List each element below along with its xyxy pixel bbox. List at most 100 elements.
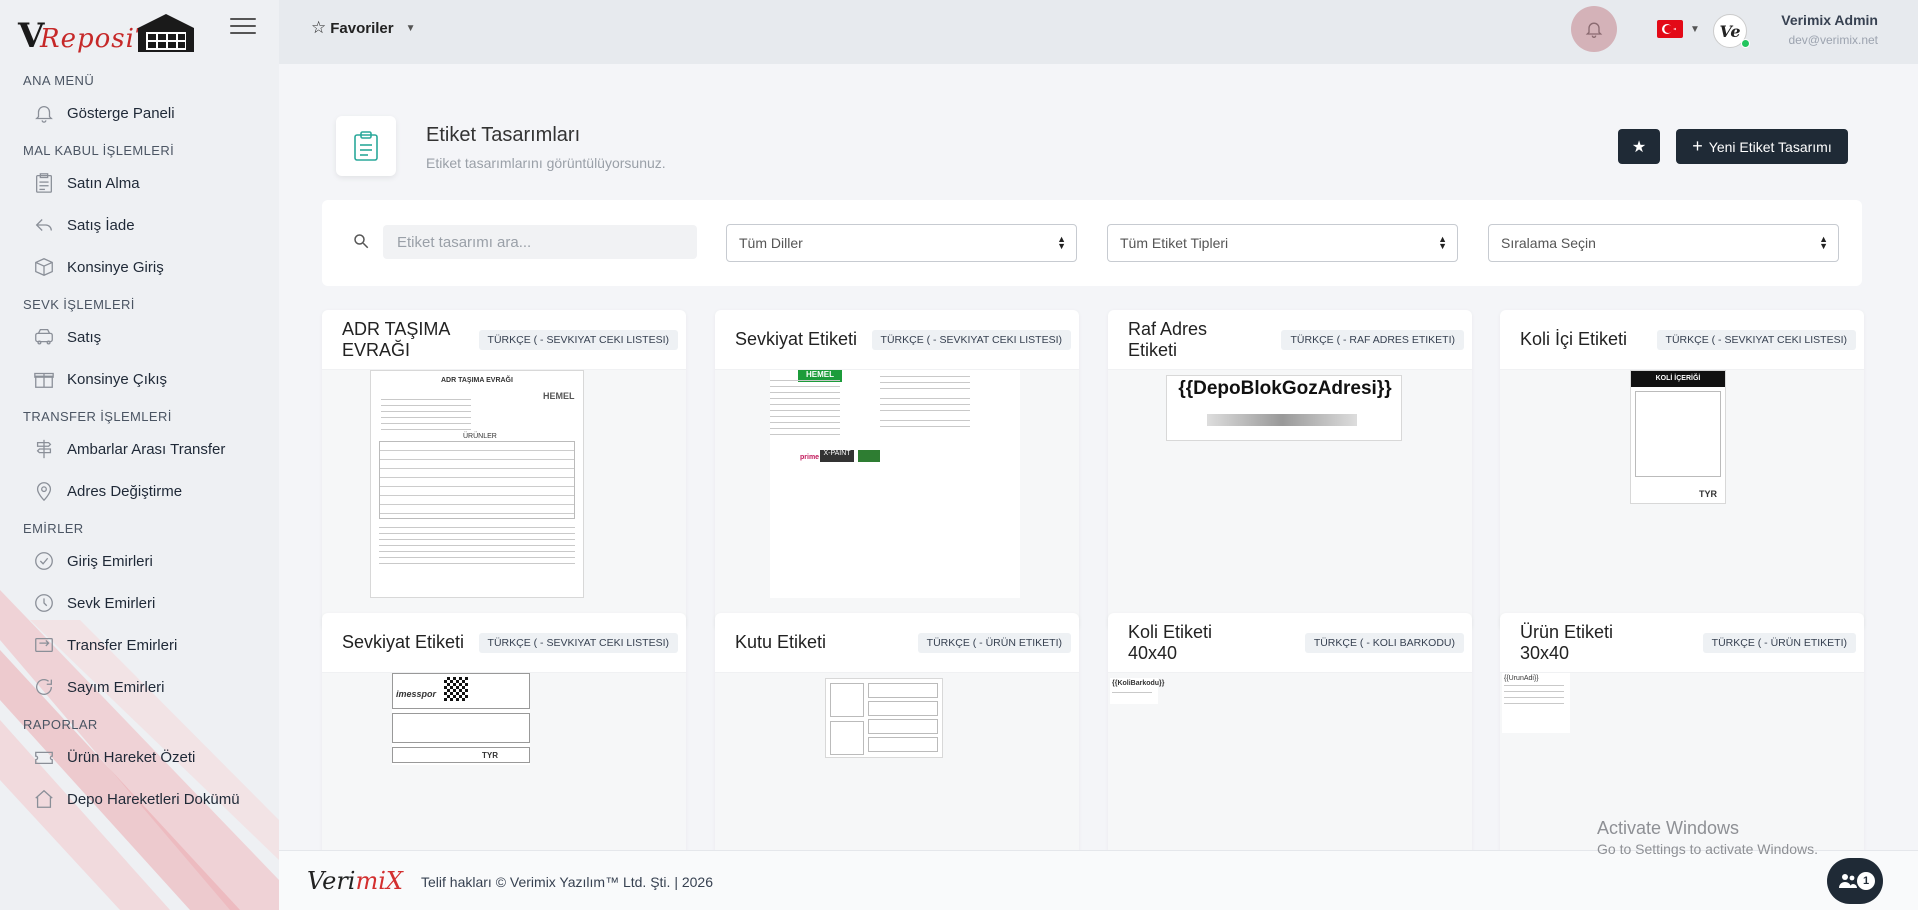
page-icon bbox=[336, 116, 396, 176]
card-title[interactable]: ADR TAŞIMA EVRAĞI bbox=[342, 319, 472, 361]
sidebar-item-label: Adres Değiştirme bbox=[67, 482, 183, 500]
sidebar-item[interactable]: Ürün Hareket Özeti bbox=[0, 736, 279, 778]
sidebar-item[interactable]: Depo Hareketleri Dokümü bbox=[0, 778, 279, 820]
preview-text: {{KoliBarkodu}} bbox=[1112, 680, 1165, 687]
bell-icon bbox=[33, 102, 55, 124]
page-title: Etiket Tasarımları bbox=[426, 124, 581, 146]
preview-text: {{DepoBlokGozAdresi}} bbox=[1178, 378, 1392, 399]
transfer-icon bbox=[33, 634, 55, 656]
online-status-dot bbox=[1741, 39, 1750, 48]
sidebar-item-label: Depo Hareketleri Dokümü bbox=[67, 790, 240, 808]
label-design-card[interactable]: Koli İçi Etiketi TÜRKÇE ( - SEVKIYAT CEK… bbox=[1500, 310, 1864, 630]
activate-windows-watermark: Activate Windows Go to Settings to activ… bbox=[1597, 818, 1818, 857]
brand-logo[interactable]: V ReposiT bbox=[18, 10, 198, 56]
select-arrows-icon: ▲ ▼ bbox=[1057, 234, 1066, 251]
notifications-button[interactable] bbox=[1571, 6, 1617, 52]
sidebar-item-label: Giriş Emirleri bbox=[67, 552, 153, 570]
search-input[interactable] bbox=[383, 225, 697, 259]
clipboard-list-icon bbox=[354, 131, 378, 161]
home-icon bbox=[33, 788, 55, 810]
card-header: Koli Etiketi 40x40 TÜRKÇE ( - KOLI BARKO… bbox=[1108, 613, 1472, 673]
card-preview[interactable]: HEMEL prime X-PAINT bbox=[715, 370, 1079, 630]
new-label-design-button[interactable]: + Yeni Etiket Tasarımı bbox=[1676, 129, 1848, 164]
language-chevron-icon[interactable]: ▼ bbox=[1690, 24, 1700, 35]
box-icon bbox=[33, 256, 55, 278]
check-circle-icon bbox=[33, 550, 55, 572]
favorites-dropdown[interactable]: ☆ Favoriler ▼ bbox=[311, 18, 416, 38]
card-language-badge: TÜRKÇE ( - RAF ADRES ETIKETI) bbox=[1281, 329, 1464, 350]
sidebar-item-label: Ambarlar Arası Transfer bbox=[67, 440, 226, 458]
sidebar-item[interactable]: Sayım Emirleri bbox=[0, 666, 279, 708]
favorite-page-button[interactable]: ★ bbox=[1618, 129, 1660, 164]
language-select[interactable]: Tüm Diller ▲ ▼ bbox=[726, 224, 1077, 262]
online-users-button[interactable]: 1 bbox=[1827, 858, 1883, 904]
sidebar-item[interactable]: Adres Değiştirme bbox=[0, 470, 279, 512]
card-title[interactable]: Kutu Etiketi bbox=[735, 632, 826, 653]
card-header: Koli İçi Etiketi TÜRKÇE ( - SEVKIYAT CEK… bbox=[1500, 310, 1864, 370]
preview-text: HEMEL bbox=[543, 391, 575, 401]
preview-text: X-PAINT bbox=[820, 450, 854, 462]
turkey-flag-icon bbox=[1662, 24, 1676, 34]
sidebar-item[interactable]: Konsinye Giriş bbox=[0, 246, 279, 288]
topbar: ☆ Favoriler ▼ ▼ Ve Verimix Admin dev@ver… bbox=[279, 0, 1918, 64]
star-icon: ★ bbox=[1631, 138, 1647, 156]
sidebar-item-label: Gösterge Paneli bbox=[67, 104, 175, 122]
sidebar-item[interactable]: Konsinye Çıkış bbox=[0, 358, 279, 400]
label-design-card[interactable]: Raf Adres Etiketi TÜRKÇE ( - RAF ADRES E… bbox=[1108, 310, 1472, 630]
plus-icon: + bbox=[1692, 136, 1703, 156]
label-design-card[interactable]: ADR TAŞIMA EVRAĞI TÜRKÇE ( - SEVKIYAT CE… bbox=[322, 310, 686, 630]
card-preview[interactable]: {{DepoBlokGozAdresi}} bbox=[1108, 370, 1472, 630]
search-icon bbox=[354, 234, 369, 249]
map-pin-icon bbox=[33, 480, 55, 502]
label-design-card[interactable]: Sevkiyat Etiketi TÜRKÇE ( - SEVKIYAT CEK… bbox=[715, 310, 1079, 630]
card-preview[interactable]: ADR TAŞIMA EVRAĞI HEMEL ÜRÜNLER bbox=[322, 370, 686, 630]
warehouse-icon bbox=[138, 14, 194, 52]
sidebar-item[interactable]: Satış İade bbox=[0, 204, 279, 246]
card-title[interactable]: Ürün Etiketi 30x40 bbox=[1520, 622, 1650, 664]
footer-logo-accent: miX bbox=[355, 867, 404, 895]
card-preview[interactable]: KOLİ İÇERİĞİ TYR bbox=[1500, 370, 1864, 630]
user-name[interactable]: Verimix Admin bbox=[1781, 12, 1878, 28]
new-label-design-label: Yeni Etiket Tasarımı bbox=[1708, 138, 1832, 155]
preview-text: imesspor bbox=[396, 689, 437, 699]
preview-text: KOLİ İÇERİĞİ bbox=[1631, 371, 1725, 387]
sort-select-value: Sıralama Seçin bbox=[1501, 235, 1596, 251]
preview-text: {{UrunAdi}} bbox=[1504, 675, 1539, 682]
sidebar-item[interactable]: Transfer Emirleri bbox=[0, 624, 279, 666]
sidebar-item[interactable]: Giriş Emirleri bbox=[0, 540, 279, 582]
car-icon bbox=[33, 326, 55, 348]
reply-icon bbox=[33, 214, 55, 236]
sidebar-item[interactable]: Satın Alma bbox=[0, 162, 279, 204]
sort-select[interactable]: Sıralama Seçin ▲ ▼ bbox=[1488, 224, 1839, 262]
menu-toggle-icon[interactable] bbox=[230, 18, 256, 36]
card-language-badge: TÜRKÇE ( - SEVKIYAT CEKI LISTESI) bbox=[1656, 329, 1856, 350]
sidebar-item-label: Konsinye Giriş bbox=[67, 258, 164, 276]
favorites-label: Favoriler bbox=[330, 19, 394, 37]
ticket-icon bbox=[33, 746, 55, 768]
sidebar-item-label: Konsinye Çıkış bbox=[67, 370, 168, 388]
label-type-select[interactable]: Tüm Etiket Tipleri ▲ ▼ bbox=[1107, 224, 1458, 262]
menu-section-title: RAPORLAR bbox=[23, 717, 98, 732]
clipboard-icon bbox=[33, 172, 55, 194]
card-title[interactable]: Sevkiyat Etiketi bbox=[342, 632, 464, 653]
preview-text: ADR TAŞIMA EVRAĞI bbox=[441, 377, 513, 384]
sidebar-item[interactable]: Satış bbox=[0, 316, 279, 358]
sidebar-item[interactable]: Gösterge Paneli bbox=[0, 92, 279, 134]
sidebar-item-label: Ürün Hareket Özeti bbox=[67, 748, 196, 766]
select-arrows-icon: ▲ ▼ bbox=[1819, 234, 1828, 251]
menu-section-title: EMİRLER bbox=[23, 521, 84, 536]
card-title[interactable]: Raf Adres Etiketi bbox=[1128, 319, 1258, 361]
clock-icon bbox=[33, 592, 55, 614]
card-header: Kutu Etiketi TÜRKÇE ( - ÜRÜN ETIKETI) bbox=[715, 613, 1079, 673]
card-title[interactable]: Koli Etiketi 40x40 bbox=[1128, 622, 1258, 664]
language-select-value: Tüm Diller bbox=[739, 235, 803, 251]
preview-text: ÜRÜNLER bbox=[463, 433, 497, 440]
language-flag-tr[interactable] bbox=[1657, 20, 1683, 38]
sidebar: V ReposiT ANA MENÜ Gösterge Paneli MAL KAB… bbox=[0, 0, 279, 910]
activate-windows-subtitle: Go to Settings to activate Windows. bbox=[1597, 841, 1818, 857]
card-title[interactable]: Koli İçi Etiketi bbox=[1520, 329, 1627, 350]
sidebar-item[interactable]: Ambarlar Arası Transfer bbox=[0, 428, 279, 470]
card-header: Sevkiyat Etiketi TÜRKÇE ( - SEVKIYAT CEK… bbox=[322, 613, 686, 673]
card-title[interactable]: Sevkiyat Etiketi bbox=[735, 329, 857, 350]
sidebar-item[interactable]: Sevk Emirleri bbox=[0, 582, 279, 624]
